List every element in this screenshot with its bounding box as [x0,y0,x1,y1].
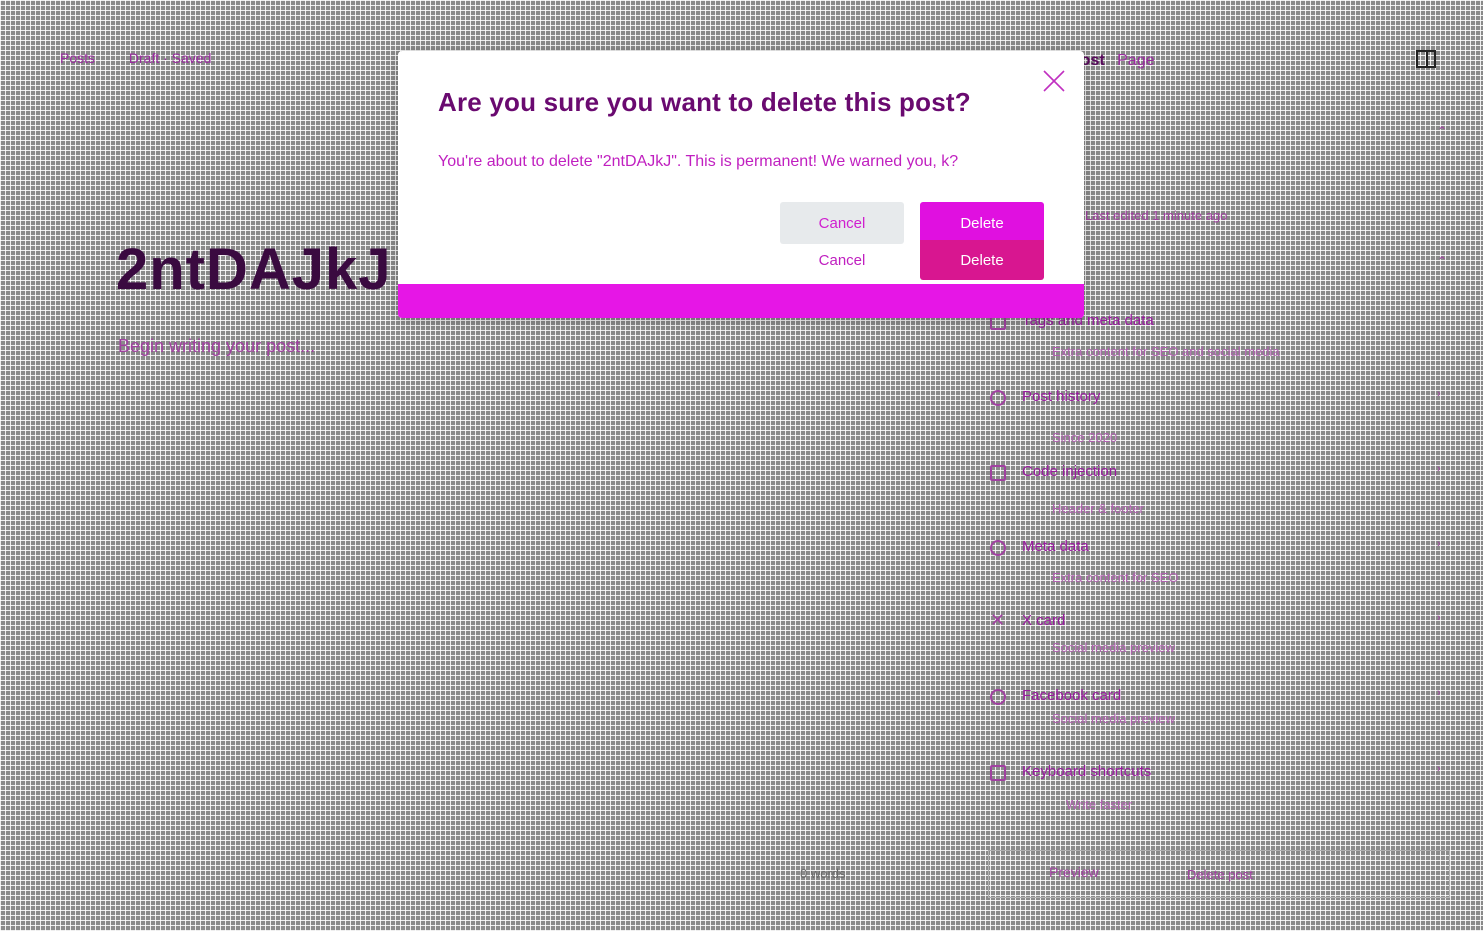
modal-footer-strip [398,284,1084,318]
close-button[interactable] [1042,69,1066,93]
word-count: 0 words [800,866,846,881]
row-label: Facebook card [1022,687,1122,704]
code-icon [990,465,1006,481]
delete-button[interactable]: Delete [920,202,1044,244]
chevron-right-icon: › [1437,612,1441,624]
sidebar-toggle-icon[interactable] [1416,50,1436,68]
cancel-button-secondary[interactable]: Cancel [780,244,904,276]
panel-footer: Preview Delete post [988,850,1450,898]
delete-button-secondary[interactable]: Delete [920,240,1044,280]
row-label: Meta data [1022,538,1089,555]
tab-page[interactable]: Page [1117,52,1154,69]
row-label: Code injection [1022,463,1118,480]
breadcrumb: Posts Draft · Saved [60,50,241,66]
chevron-right-icon: › [1437,388,1441,400]
chevron-up-icon: ⌃ [1437,254,1448,268]
facebook-icon [990,689,1006,705]
x-icon: ✕ [990,610,1006,630]
breadcrumb-posts[interactable]: Posts [60,50,95,66]
row-sub: Write faster [1066,797,1133,812]
row-sub: Extra content for SEO [1052,570,1179,585]
post-body-placeholder[interactable]: Begin writing your post... [118,336,315,357]
chevron-right-icon: › [1437,687,1441,699]
save-status: Draft · Saved [128,50,212,66]
row-sub: Since 2020 [1052,430,1118,445]
cancel-button[interactable]: Cancel [780,202,904,244]
row-label: Post history [1022,388,1101,405]
close-icon [1043,70,1065,92]
preview-button[interactable]: Preview [1049,864,1099,880]
chevron-up-icon: ⌃ [1437,124,1448,138]
modal-message: You're about to delete "2ntDAJkJ". This … [438,153,959,170]
row-sub: Extra content for SEO and social media [1052,344,1280,359]
delete-post-button[interactable]: Delete post [1187,867,1253,882]
row-label: X card [1022,612,1066,629]
keyboard-icon [990,765,1006,781]
row-sub: Social media preview [1052,711,1175,726]
row-label: Keyboard shortcuts [1022,763,1152,780]
row-sub: Header & footer [1052,501,1144,516]
meta-icon [990,540,1006,556]
delete-confirm-modal: Are you sure you want to delete this pos… [398,51,1084,318]
last-edited-note: Last edited 1 minute ago [1085,208,1228,223]
history-icon [990,390,1006,406]
row-sub: Social media preview [1052,640,1175,655]
modal-title: Are you sure you want to delete this pos… [438,87,971,117]
chevron-right-icon: › [1437,463,1441,475]
chevron-right-icon: › [1437,538,1441,550]
chevron-right-icon: › [1437,763,1441,775]
post-title[interactable]: 2ntDAJkJ [116,236,392,303]
post-title-text: 2ntDAJkJ [116,237,392,302]
